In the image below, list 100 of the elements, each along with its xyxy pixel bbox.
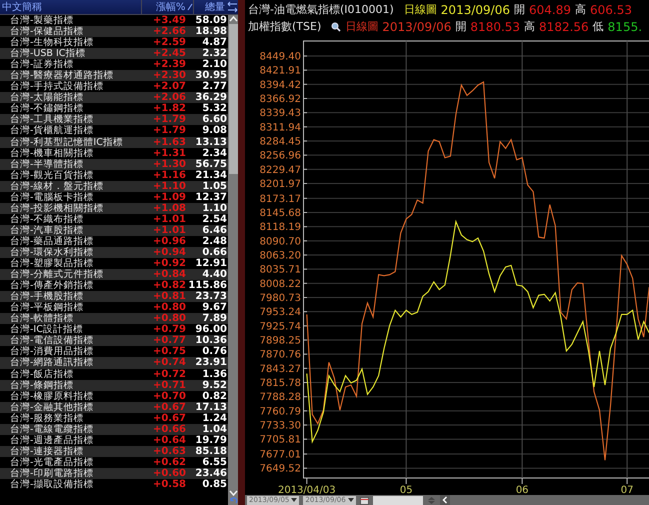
list-row[interactable]: 台灣-太陽能指標 +2.06 36.29 [0,92,228,104]
list-row[interactable]: 台灣-分離式元件指標 +0.84 4.40 [0,269,228,280]
volume-value: 18.98 [194,26,227,38]
index-name: 台灣-服務業指標 [9,412,84,424]
volume-value: 2.54 [201,214,227,225]
volume-value: 17.13 [194,402,227,413]
list-row[interactable]: 台灣-條鋼指標 +0.71 9.52 [0,380,228,391]
list-row[interactable]: 台灣-工具機業指標 +1.79 6.60 [0,114,228,126]
list-row[interactable]: 台灣-軟體指標 +0.80 7.89 [0,313,228,324]
list-row[interactable]: 台灣-線材．盤元指標 +1.10 1.05 [0,180,228,192]
y-axis-label: 8394.42 [260,80,301,91]
list-row[interactable]: 台灣-連接器指標 +0.63 85.18 [0,446,228,457]
open-value: 8180.53 [470,20,520,34]
open-label: 開 [455,19,466,34]
change-percent: +1.08 [152,202,186,214]
volume-value: 2.32 [201,48,227,60]
change-percent: +0.96 [152,236,186,247]
index-name: 台灣-週邊產品指標 [9,434,94,446]
index-name: 台灣-消費用品指標 [9,346,94,358]
swap-arrows-icon[interactable] [227,1,238,13]
list-row[interactable]: 台灣-醫療器材通路指標 +2.30 30.95 [0,70,228,82]
change-percent: +0.82 [152,280,186,292]
list-row[interactable]: 台灣-電線電纜指標 +0.66 1.04 [0,424,228,435]
y-axis-label: 8118.19 [260,222,301,234]
change-percent: +0.70 [152,390,186,402]
list-row[interactable]: 台灣-金融其他指標 +0.67 17.13 [0,402,228,413]
open-label: 開 [514,2,525,17]
high-value: 606.53 [590,2,632,16]
list-row[interactable]: 台灣-汽車股指標 +1.01 6.46 [0,224,228,236]
volume-value: 1.24 [201,412,227,424]
list-row[interactable]: 台灣-保健品指標 +2.66 18.98 [0,26,228,38]
y-axis-label: 7733.30 [260,420,301,432]
change-percent: +0.80 [152,313,186,324]
column-header[interactable]: 漲幅% [156,0,186,14]
index-name: 台灣-藥品通路指標 [9,236,94,247]
change-percent: +0.72 [152,368,186,380]
index-name: 台灣-飯店指標 [9,368,74,380]
list-row[interactable]: 台灣-手機股指標 +0.81 23.73 [0,291,228,302]
change-percent: +0.71 [152,380,186,391]
volume-value: 12.37 [194,192,227,203]
volume-value: 1.05 [201,180,227,192]
list-row[interactable]: 台灣-環保水利指標 +0.94 0.66 [0,246,228,258]
high-label: 高 [574,2,586,17]
y-axis-label: 8090.70 [260,236,301,248]
index-name: 台灣-光電產品指標 [9,456,94,468]
index-name: 台灣-塑膠製品指標 [9,258,94,270]
search-icon[interactable] [331,22,342,32]
list-row[interactable]: 台灣-網路通訊指標 +0.74 23.91 [0,357,228,368]
list-row[interactable]: 台灣-印刷電路指標 +0.60 23.46 [0,468,228,479]
index-title: 台灣-油電燃氣指標(I010001) [248,2,394,17]
volume-value: 23.46 [194,468,227,479]
change-percent: +1.10 [152,180,186,192]
change-percent: +0.58 [152,478,186,490]
index-name: 台灣-線材．盤元指標 [9,180,104,192]
volume-value: 5.32 [201,103,227,114]
index-name: 台灣-手機股指標 [9,291,84,302]
index-name: 台灣-醫療器材通路指標 [9,70,114,82]
index-name: 台灣-機車相關指標 [9,148,94,159]
calendar-icon[interactable] [360,496,369,504]
sort-icon[interactable] [187,3,194,11]
list-row[interactable]: 台灣-半導體指標 +1.30 56.75 [0,158,228,170]
index-name: 台灣-電線電纜指標 [9,424,94,435]
quote-date: 2013/09/06 [382,20,452,34]
input-field[interactable] [372,496,423,504]
volume-value: 9.52 [201,380,227,391]
volume-value: 2.10 [201,59,227,70]
change-percent: +0.79 [152,324,186,336]
volume-value: 4.87 [201,37,227,48]
change-percent: +0.63 [152,446,186,457]
volume-value: 0.82 [201,390,227,402]
index-name: 台灣-証券指標 [9,59,74,70]
index-name: 台灣-環保水利指標 [9,247,94,258]
index-name: 台灣-半導體指標 [9,158,84,170]
list-row[interactable]: 台灣-投影機相關指標 +1.08 1.10 [0,202,228,214]
change-percent: +0.67 [152,412,186,424]
column-header[interactable]: 中文簡稱 [0,0,141,14]
index-name: 台灣-電腦板卡指標 [9,192,94,203]
scroll-down-icon[interactable] [228,489,238,497]
index-name: 台灣-不鏽鋼指標 [9,103,84,114]
scrollbar[interactable] [228,15,238,505]
y-axis-label: 7677.01 [260,450,301,461]
list-row[interactable]: 台灣-利基型記憶體IC指標 +1.63 13.13 [0,136,228,148]
volume-value: 6.46 [201,224,227,236]
y-axis-label: 8229.47 [260,164,301,176]
change-percent: +0.64 [152,434,186,446]
high-label: 高 [524,19,536,34]
volume-value: 6.60 [201,114,227,126]
change-percent: +1.82 [152,103,186,114]
list-row[interactable]: 台灣-電信設備指標 +0.77 10.36 [0,335,228,346]
scroll-up-icon[interactable] [228,15,238,23]
x-axis-label: 05 [400,485,413,495]
y-axis-label: 7953.24 [260,307,301,318]
scroll-thumb[interactable] [228,24,238,174]
y-axis-label: 7760.79 [260,406,301,418]
volume-value: 7.89 [201,313,227,324]
list-row[interactable]: 台灣-USB IC指標 +2.45 2.32 [0,48,228,60]
y-axis-label: 8173.17 [260,194,301,205]
y-axis-label: 8201.97 [260,179,301,190]
back-button[interactable] [440,495,450,505]
column-header[interactable]: 總量 [193,0,226,14]
